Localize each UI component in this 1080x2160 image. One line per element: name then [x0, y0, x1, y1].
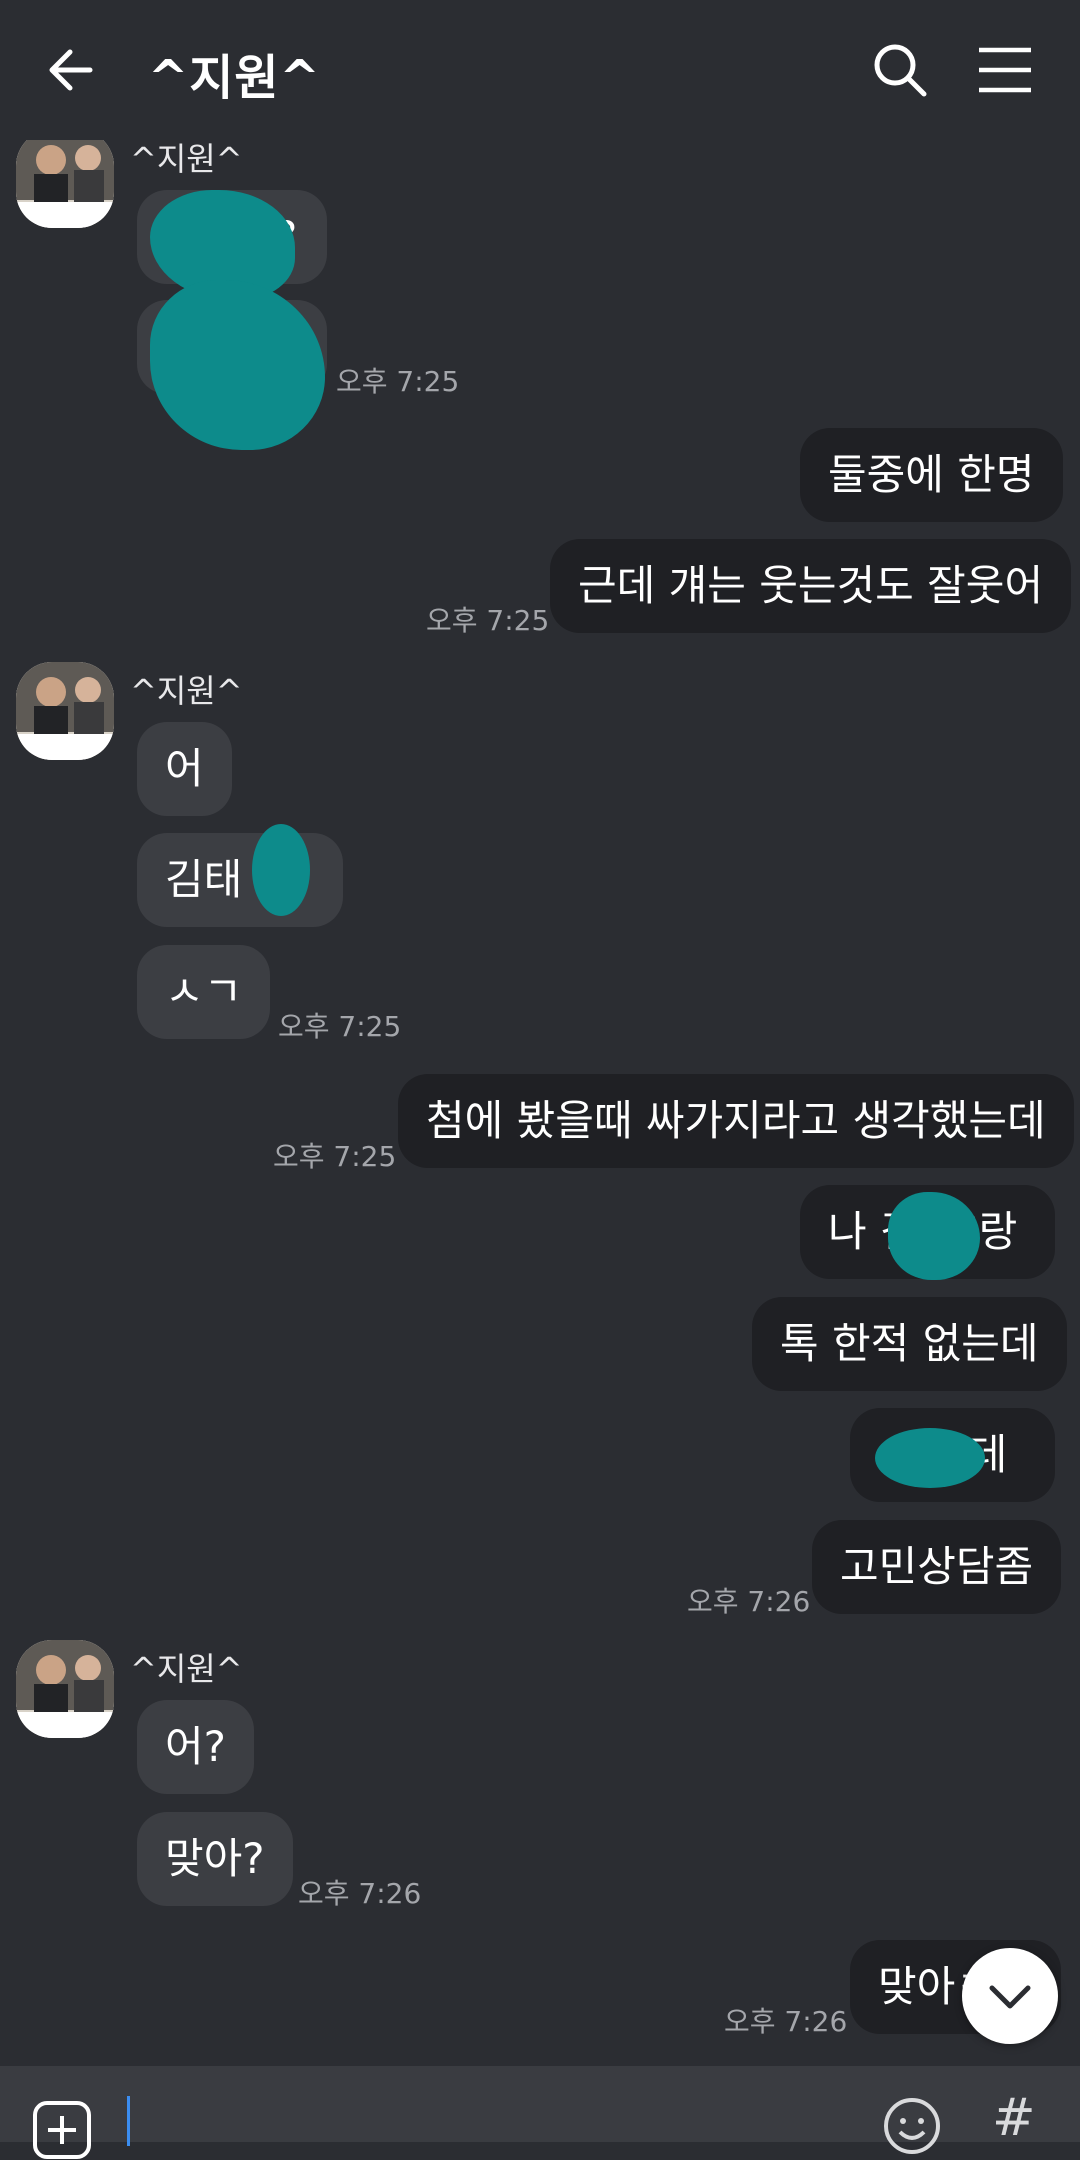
redaction-scribble [875, 1428, 985, 1488]
message-list[interactable]: ^지원^ ? 오후 7:25 둘중에 한명 근데 걔는 웃는것도 잘웃어 오후 … [0, 140, 1080, 2065]
message-text: 어? [165, 1722, 226, 1771]
message-time: 오후 7:25 [426, 604, 550, 637]
avatar-photo [16, 1640, 114, 1738]
avatar[interactable] [16, 1640, 114, 1738]
emoji-icon[interactable] [882, 2096, 942, 2156]
incoming-message[interactable]: 맞아? [137, 1812, 293, 1906]
text-input-cursor[interactable] [127, 2096, 130, 2146]
avatar-photo [16, 140, 114, 228]
outgoing-message[interactable]: 둘중에 한명 [800, 428, 1063, 522]
chat-header: ^지원^ [0, 0, 1080, 140]
message-text: 톡 한적 없는데 [780, 1319, 1039, 1368]
plus-square-icon[interactable] [32, 2100, 92, 2160]
message-time: 오후 7:25 [336, 365, 460, 398]
message-time: 오후 7:26 [687, 1585, 811, 1618]
message-text: ㅅㄱ [165, 967, 243, 1016]
hamburger-menu-icon[interactable] [975, 44, 1035, 96]
sender-name: ^지원^ [130, 672, 243, 710]
sender-name: ^지원^ [130, 140, 243, 178]
sender-name: ^지원^ [130, 1650, 243, 1688]
message-text: 어 [165, 744, 204, 793]
message-text: 둘중에 한명 [828, 450, 1035, 499]
hash-icon[interactable]: # [992, 2088, 1036, 2148]
message-time: 오후 7:26 [724, 2005, 848, 2038]
avatar[interactable] [16, 662, 114, 760]
message-text: 근데 걔는 웃는것도 잘웃어 [578, 561, 1044, 610]
avatar-photo [16, 662, 114, 760]
redaction-scribble [252, 824, 310, 916]
redaction-scribble [888, 1192, 980, 1280]
search-icon[interactable] [870, 40, 930, 100]
message-text: 김태 [165, 855, 243, 904]
message-time: 오후 7:25 [273, 1140, 397, 1173]
chat-title: ^지원^ [148, 50, 321, 106]
avatar[interactable] [16, 140, 114, 228]
message-text: 첨에 봤을때 싸가지라고 생각했는데 [426, 1096, 1046, 1145]
message-time: 오후 7:26 [298, 1877, 422, 1910]
scroll-to-bottom-button[interactable] [962, 1948, 1058, 2044]
outgoing-message[interactable]: 첨에 봤을때 싸가지라고 생각했는데 [398, 1074, 1074, 1168]
incoming-message[interactable]: 어? [137, 1700, 254, 1794]
message-text: 고민상담좀 [840, 1542, 1034, 1591]
chevron-down-icon [989, 1985, 1031, 2009]
message-composer: # [0, 2066, 1080, 2159]
incoming-message[interactable]: 김태 [137, 833, 343, 927]
message-time: 오후 7:25 [278, 1010, 402, 1043]
incoming-message[interactable]: 어 [137, 722, 232, 816]
outgoing-message[interactable]: 고민상담좀 [812, 1520, 1062, 1614]
message-text: 맞아? [165, 1834, 265, 1883]
arrow-left-icon[interactable] [44, 38, 108, 102]
outgoing-message[interactable]: 근데 걔는 웃는것도 잘웃어 [550, 539, 1072, 633]
outgoing-message[interactable]: 톡 한적 없는데 [752, 1297, 1067, 1391]
incoming-message[interactable]: ㅅㄱ [137, 945, 271, 1039]
